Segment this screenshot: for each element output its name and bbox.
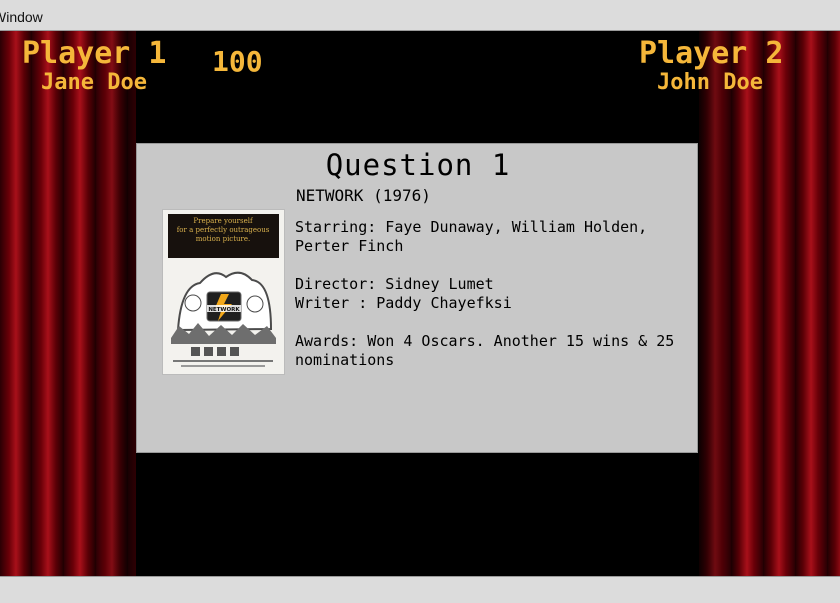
svg-text:NETWORK: NETWORK xyxy=(208,307,240,313)
movie-poster: Prepare yourself for a perfectly outrage… xyxy=(162,209,285,375)
window-title: Window xyxy=(0,9,43,25)
score-value: 100 xyxy=(212,45,263,78)
question-title: Question 1 xyxy=(325,148,511,182)
director-text: Director: Sidney Lumet xyxy=(295,275,494,293)
player1-label: Player 1 xyxy=(22,36,167,71)
writer-text: Writer : Paddy Chayefksi xyxy=(295,294,512,312)
game-stage: Player 1 Jane Doe 100 Player 2 John Doe … xyxy=(0,31,840,576)
status-bar xyxy=(0,576,840,603)
window-titlebar: Window xyxy=(0,0,840,31)
player1-name: Jane Doe xyxy=(41,70,147,95)
player2-name: John Doe xyxy=(657,70,763,95)
starring-text: Starring: Faye Dunaway, William Holden, … xyxy=(295,218,648,255)
movie-poster-art: Prepare yourself for a perfectly outrage… xyxy=(163,210,284,374)
awards-text: Awards: Won 4 Oscars. Another 15 wins & … xyxy=(295,332,675,369)
question-panel: Question 1 NETWORK (1976) Prepare yourse… xyxy=(136,143,698,453)
movie-title: NETWORK (1976) xyxy=(296,186,431,205)
svg-text:for a perfectly outrageous: for a perfectly outrageous xyxy=(177,226,270,234)
left-curtain xyxy=(0,31,136,576)
svg-text:motion picture.: motion picture. xyxy=(196,235,251,243)
svg-text:Prepare yourself: Prepare yourself xyxy=(193,217,254,225)
player2-label: Player 2 xyxy=(639,36,784,71)
right-curtain xyxy=(699,31,840,576)
